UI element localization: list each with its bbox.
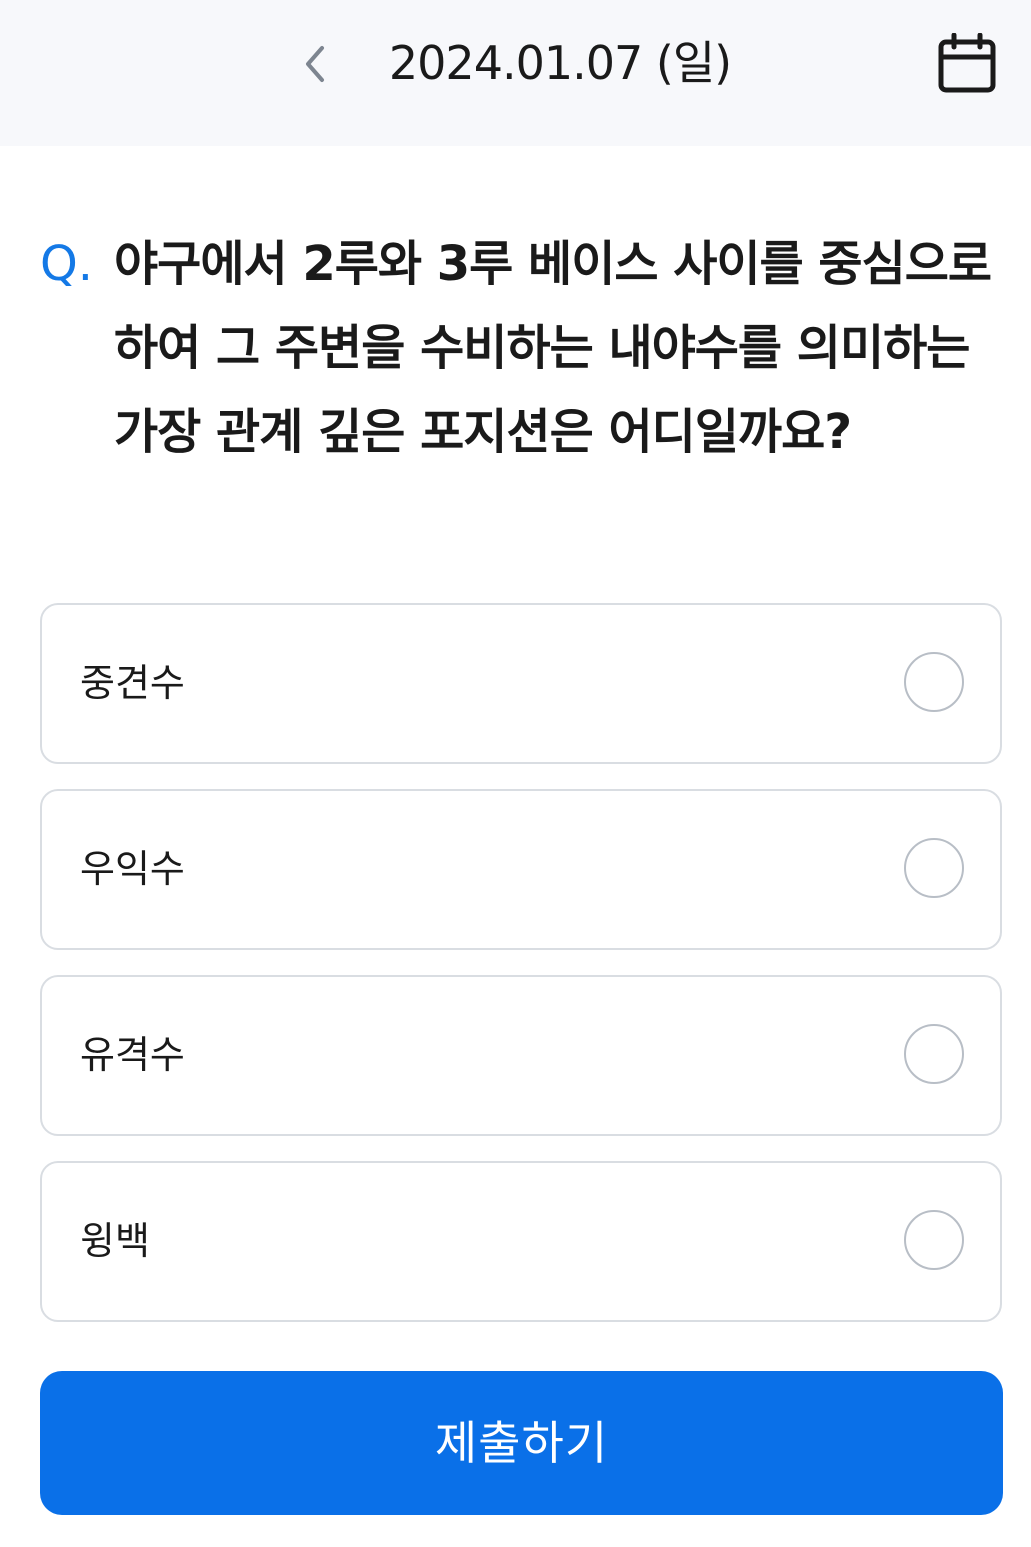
option-label: 우익수 xyxy=(80,847,185,891)
radio-button[interactable] xyxy=(904,838,964,898)
answer-options: 중견수 우익수 유격수 윙백 xyxy=(40,603,1002,1347)
chevron-left-icon xyxy=(306,46,324,82)
submit-button[interactable]: 제출하기 xyxy=(40,1371,1003,1515)
answer-option[interactable]: 우익수 xyxy=(40,789,1002,950)
question: Q. 야구에서 2루와 3루 베이스 사이를 중심으로 하여 그 주변을 수비하… xyxy=(40,222,1000,474)
radio-button[interactable] xyxy=(904,652,964,712)
previous-day-button[interactable] xyxy=(288,36,340,92)
option-label: 윙백 xyxy=(80,1219,150,1263)
calendar-button[interactable] xyxy=(934,30,1000,96)
calendar-icon xyxy=(938,33,996,93)
question-prefix: Q. xyxy=(40,236,94,292)
question-text: 야구에서 2루와 3루 베이스 사이를 중심으로 하여 그 주변을 수비하는 내… xyxy=(114,236,992,460)
date-title: 2024.01.07 (일) xyxy=(388,36,732,90)
option-label: 유격수 xyxy=(80,1033,185,1077)
top-bar: 2024.01.07 (일) xyxy=(0,0,1031,146)
option-label: 중견수 xyxy=(80,661,185,705)
answer-option[interactable]: 윙백 xyxy=(40,1161,1002,1322)
answer-option[interactable]: 중견수 xyxy=(40,603,1002,764)
radio-button[interactable] xyxy=(904,1024,964,1084)
radio-button[interactable] xyxy=(904,1210,964,1270)
answer-option[interactable]: 유격수 xyxy=(40,975,1002,1136)
